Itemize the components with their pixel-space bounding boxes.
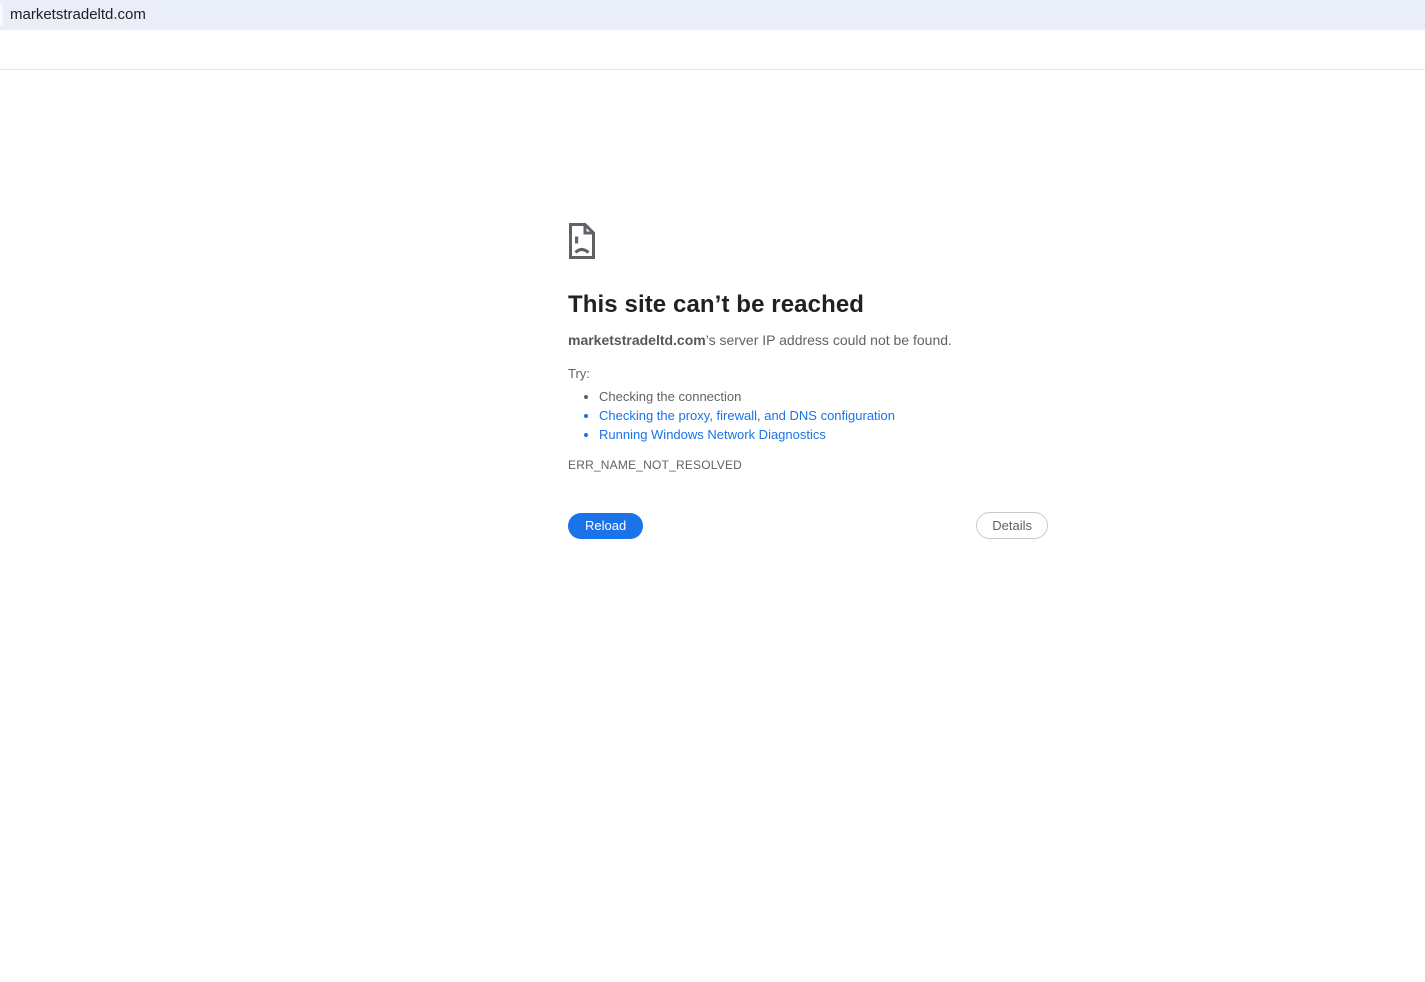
- suggestion-item: Checking the connection: [599, 387, 1048, 406]
- error-page: This site can’t be reached marketstradel…: [568, 222, 1048, 539]
- suggestion-item: Running Windows Network Diagnostics: [599, 425, 1048, 444]
- active-tab-title[interactable]: marketstradeltd.com: [10, 0, 146, 30]
- try-label: Try:: [568, 366, 590, 381]
- reload-button[interactable]: Reload: [568, 512, 644, 539]
- proxy-firewall-dns-link[interactable]: Checking the proxy, firewall, and DNS co…: [599, 408, 895, 423]
- suggestion-text: Checking the connection: [599, 389, 742, 404]
- tab-edge-notch: [0, 4, 3, 26]
- error-message: marketstradeltd.com’s server IP address …: [568, 332, 1048, 349]
- button-row: Reload Details: [568, 512, 1048, 539]
- suggestion-item: Checking the proxy, firewall, and DNS co…: [599, 406, 1048, 425]
- error-hostname: marketstradeltd.com: [568, 332, 706, 348]
- sad-file-icon: [569, 223, 595, 259]
- tab-strip: marketstradeltd.com: [0, 0, 1425, 30]
- browser-toolbar: [0, 30, 1425, 70]
- suggestion-list: Checking the connection Checking the pro…: [568, 387, 1048, 444]
- network-diagnostics-link[interactable]: Running Windows Network Diagnostics: [599, 427, 826, 442]
- error-message-rest: ’s server IP address could not be found.: [705, 332, 952, 348]
- error-code: ERR_NAME_NOT_RESOLVED: [568, 458, 743, 472]
- details-button[interactable]: Details: [976, 512, 1048, 539]
- error-heading: This site can’t be reached: [568, 291, 865, 318]
